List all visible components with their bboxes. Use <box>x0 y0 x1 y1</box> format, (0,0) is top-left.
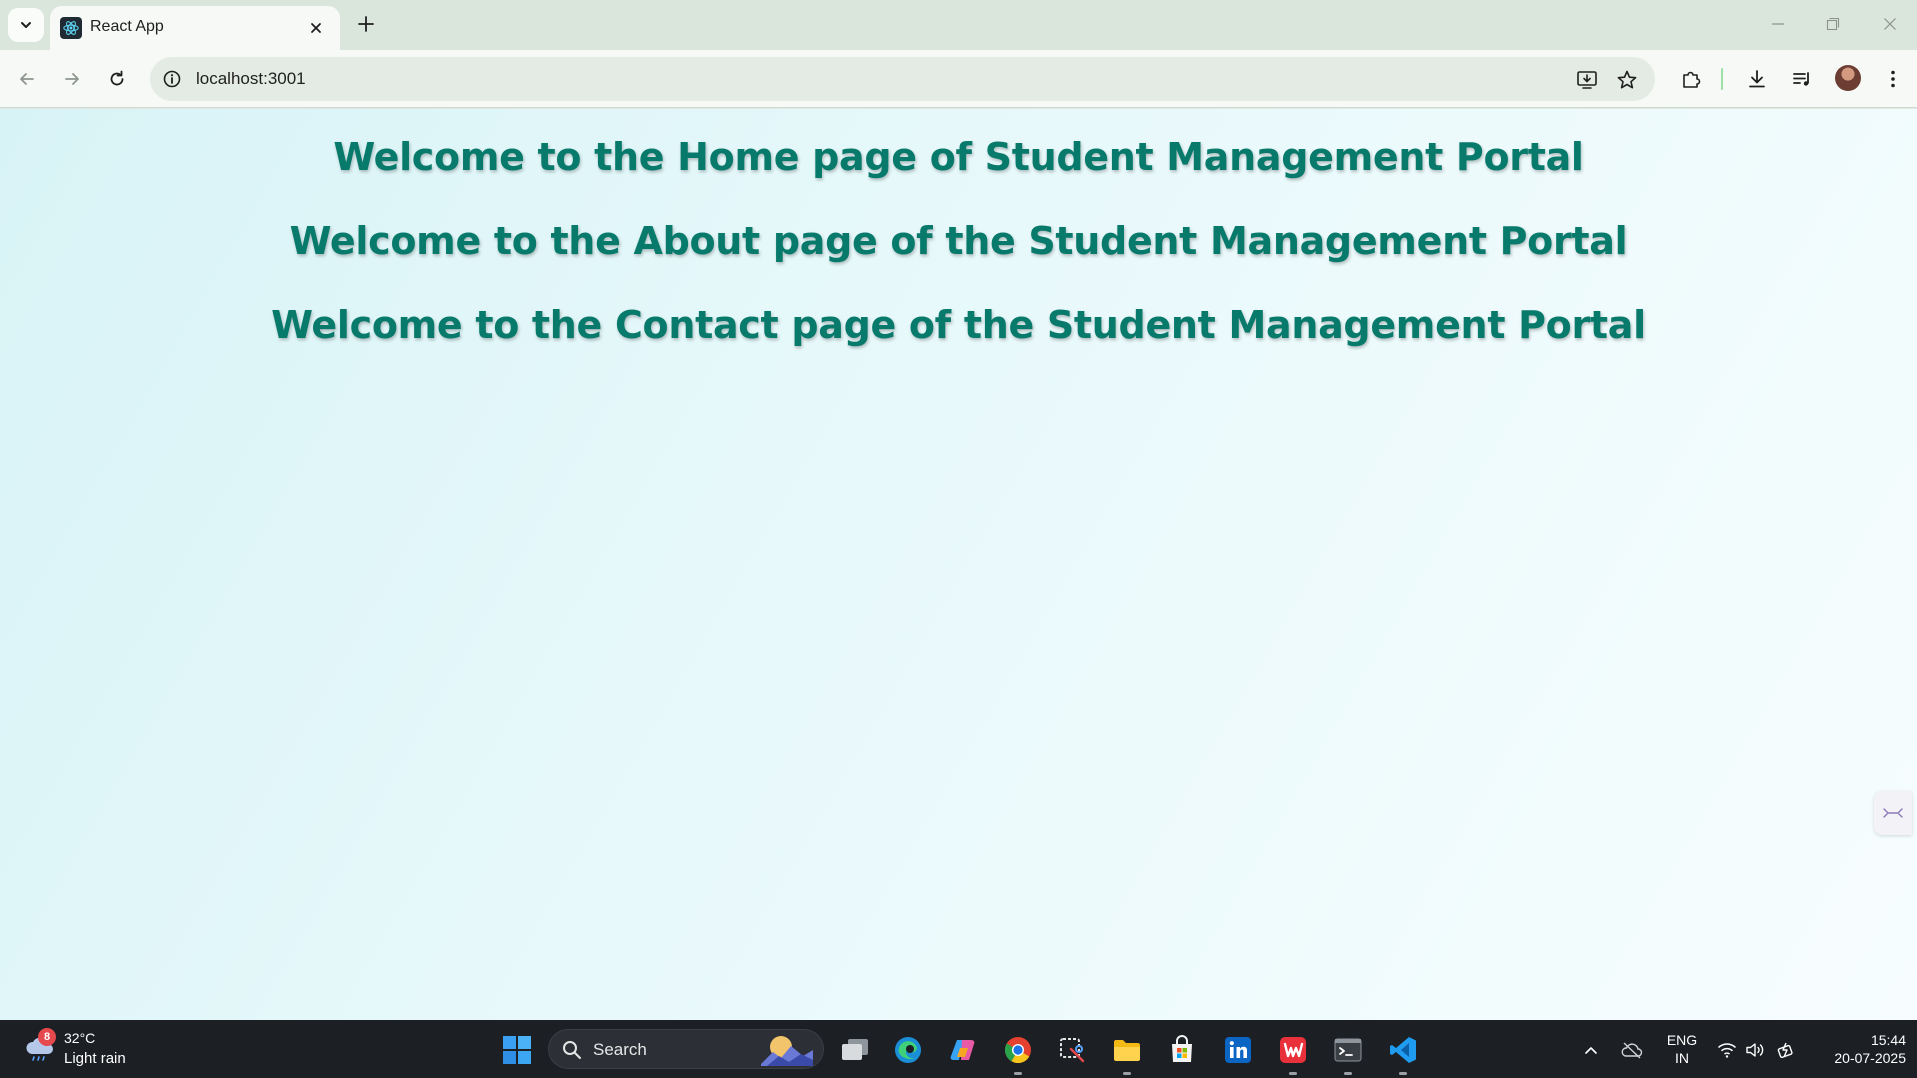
chevron-up-icon <box>1585 1047 1597 1054</box>
reload-button[interactable] <box>101 63 133 95</box>
wifi-status[interactable] <box>1716 1039 1738 1061</box>
vscode-app[interactable] <box>1386 1033 1420 1067</box>
address-bar[interactable]: localhost:3001 <box>150 57 1655 101</box>
search-icon <box>563 1041 581 1059</box>
search-highlight-illustration <box>761 1036 813 1066</box>
chevron-down-icon <box>21 22 31 28</box>
input-language-indicator[interactable]: ENG IN <box>1664 1031 1700 1067</box>
collapse-arrows-icon <box>1883 808 1903 818</box>
contact-heading: Welcome to the Contact page of the Stude… <box>271 303 1646 347</box>
side-panel-toggle[interactable] <box>1874 791 1912 835</box>
playlist-icon <box>1793 72 1809 86</box>
browser-toolbar: localhost:3001 <box>0 50 1917 108</box>
region-code: IN <box>1675 1050 1689 1066</box>
tab-title: React App <box>90 18 164 35</box>
info-icon <box>163 70 181 88</box>
tab-close-button[interactable] <box>304 16 328 40</box>
clock-time: 15:44 <box>1870 1032 1906 1048</box>
react-logo-icon <box>60 17 82 39</box>
tab-strip: React App <box>0 0 1917 50</box>
back-button[interactable] <box>11 63 43 95</box>
copilot-icon <box>950 1040 975 1060</box>
url-text[interactable]: localhost:3001 <box>196 69 306 89</box>
system-clock[interactable]: 15:44 20-07-2025 <box>1810 1031 1906 1067</box>
media-controls-button[interactable] <box>1786 63 1818 95</box>
snipping-tool-icon <box>1060 1038 1085 1063</box>
profile-avatar[interactable] <box>1835 65 1861 91</box>
new-tab-button[interactable] <box>352 10 380 38</box>
clock-date: 20-07-2025 <box>1834 1050 1906 1066</box>
about-heading: Welcome to the About page of the Student… <box>289 219 1628 263</box>
close-icon <box>311 23 321 33</box>
task-view-icon <box>842 1039 868 1060</box>
browser-tab-active[interactable]: React App <box>50 6 340 50</box>
arrow-right-icon <box>65 73 79 85</box>
forward-button[interactable] <box>56 63 88 95</box>
terminal-icon <box>1334 1038 1362 1062</box>
downloads-button[interactable] <box>1741 63 1773 95</box>
browser-menu-button[interactable] <box>1877 63 1909 95</box>
terminal-app[interactable] <box>1331 1033 1365 1067</box>
minimize-icon <box>1772 23 1784 25</box>
wps-office-app[interactable] <box>1276 1033 1310 1067</box>
language-code: ENG <box>1666 1032 1698 1048</box>
windows-taskbar: 8 32°C Light rain Search ENG IN 15:44 20… <box>0 1020 1917 1078</box>
edge-icon <box>895 1037 921 1063</box>
plus-icon <box>358 16 374 32</box>
wps-office-icon <box>1280 1037 1306 1063</box>
edge-app[interactable] <box>891 1033 925 1067</box>
weather-temperature: 32°C <box>64 1030 96 1046</box>
linkedin-app[interactable] <box>1221 1033 1255 1067</box>
page-viewport: Welcome to the Home page of Student Mana… <box>0 109 1917 1020</box>
cloud-off-icon <box>1621 1042 1643 1059</box>
microsoft-store-app[interactable] <box>1165 1033 1199 1067</box>
windows-start-icon[interactable] <box>502 1035 532 1065</box>
chrome-running-indicator <box>1014 1072 1022 1075</box>
puzzle-icon <box>1683 71 1701 88</box>
close-icon <box>1884 18 1896 30</box>
show-hidden-icons-button[interactable] <box>1580 1039 1602 1061</box>
store-icon <box>1172 1035 1192 1062</box>
close-window-button[interactable] <box>1870 8 1910 40</box>
wps-running-indicator <box>1289 1072 1297 1075</box>
chrome-icon <box>1004 1037 1031 1064</box>
extensions-button[interactable] <box>1675 63 1707 95</box>
restore-icon <box>1826 17 1840 31</box>
folder-icon <box>1114 1040 1140 1061</box>
arrow-left-icon <box>20 73 34 85</box>
install-app-button[interactable] <box>1573 66 1601 94</box>
weather-condition: Light rain <box>64 1050 126 1067</box>
star-icon <box>1617 70 1637 89</box>
taskbar-search-label: Search <box>593 1040 647 1059</box>
battery-status[interactable] <box>1776 1039 1798 1061</box>
install-icon <box>1577 71 1597 89</box>
wifi-icon <box>1717 1043 1737 1058</box>
onedrive-status-button[interactable] <box>1621 1039 1643 1061</box>
explorer-running-indicator <box>1123 1072 1131 1075</box>
copilot-app[interactable] <box>946 1033 980 1067</box>
terminal-running-indicator <box>1344 1072 1352 1075</box>
minimize-button[interactable] <box>1758 8 1798 40</box>
restore-button[interactable] <box>1813 8 1853 40</box>
chrome-app[interactable] <box>1001 1033 1035 1067</box>
vscode-running-indicator <box>1399 1072 1407 1075</box>
linkedin-icon <box>1225 1037 1251 1063</box>
taskbar-search-box[interactable]: Search <box>548 1029 824 1069</box>
snipping-tool-app[interactable] <box>1055 1033 1089 1067</box>
battery-charging-icon <box>1777 1042 1793 1059</box>
toolbar-divider <box>1721 68 1723 90</box>
vscode-icon <box>1390 1037 1416 1063</box>
reload-icon <box>110 70 124 86</box>
bookmark-button[interactable] <box>1613 66 1641 94</box>
tab-search-button[interactable] <box>8 8 44 42</box>
file-explorer-app[interactable] <box>1110 1033 1144 1067</box>
speaker-icon <box>1746 1043 1764 1057</box>
volume-status[interactable] <box>1744 1039 1766 1061</box>
home-heading: Welcome to the Home page of Student Mana… <box>333 135 1584 179</box>
task-view-button[interactable] <box>838 1033 872 1067</box>
download-icon <box>1749 70 1765 88</box>
more-vertical-icon <box>1891 70 1895 88</box>
weather-badge: 8 <box>38 1028 56 1046</box>
site-info-button[interactable] <box>160 67 184 91</box>
